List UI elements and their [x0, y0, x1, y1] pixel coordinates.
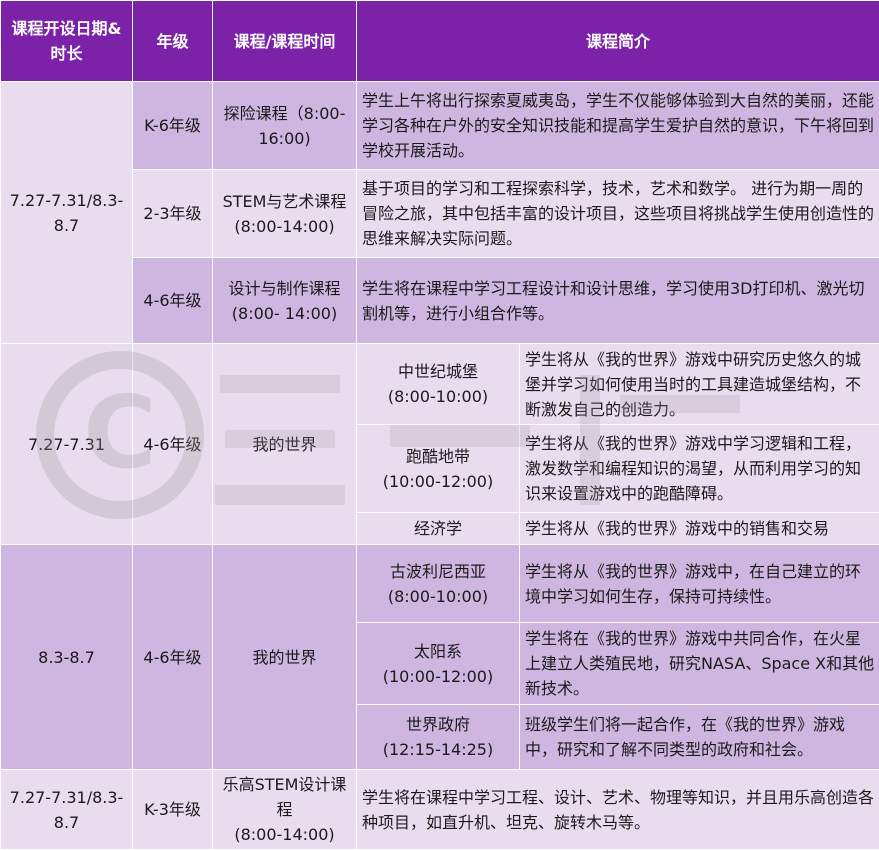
header-date-duration: 课程开设日期&时长	[1, 1, 133, 82]
table-row: 7.27-7.31/8.3-8.7 K-3年级 乐高STEM设计课程 (8:00…	[1, 770, 879, 850]
subcourse-name: 中世纪城堡	[361, 359, 515, 384]
grade-cell: 2-3年级	[133, 170, 213, 258]
course-cell: 我的世界	[213, 344, 357, 545]
course-cell: 探险课程（8:00-16:00)	[213, 82, 357, 170]
course-cell: STEM与艺术课程(8:00-14:00)	[213, 170, 357, 258]
course-name: 乐高STEM设计课程	[217, 772, 352, 822]
header-description: 课程简介	[357, 1, 879, 82]
subcourse-name: 太阳系	[361, 639, 515, 664]
course-cell: 设计与制作课程(8:00- 14:00)	[213, 258, 357, 344]
course-cell: 我的世界	[213, 545, 357, 770]
subcourse-time: (10:00-12:00)	[361, 664, 515, 689]
subcourse-cell: 古波利尼西亚 (8:00-10:00)	[357, 545, 520, 623]
subcourse-cell: 跑酷地带 (10:00-12:00)	[357, 425, 520, 513]
description-cell: 学生将从《我的世界》游戏中学习逻辑和工程，激发数学和编程知识的渴望，从而利用学习…	[520, 425, 879, 513]
subcourse-time: (10:00-12:00)	[361, 469, 515, 494]
dates-cell: 7.27-7.31/8.3-8.7	[1, 82, 133, 344]
table-row: 2-3年级 STEM与艺术课程(8:00-14:00) 基于项目的学习和工程探索…	[1, 170, 879, 258]
subcourse-cell: 世界政府 (12:15-14:25)	[357, 705, 520, 770]
subcourse-cell: 太阳系 (10:00-12:00)	[357, 623, 520, 705]
subcourse-name: 世界政府	[361, 712, 515, 737]
course-cell: 乐高STEM设计课程 (8:00-14:00)	[213, 770, 357, 850]
subcourse-name: 跑酷地带	[361, 444, 515, 469]
course-time: (8:00-14:00)	[217, 822, 352, 847]
subcourse-cell: 经济学	[357, 513, 520, 545]
table-row: 7.27-7.31 4-6年级 我的世界 中世纪城堡 (8:00-10:00) …	[1, 344, 879, 425]
dates-cell: 7.27-7.31	[1, 344, 133, 545]
table-row: 7.27-7.31/8.3-8.7 K-6年级 探险课程（8:00-16:00)…	[1, 82, 879, 170]
course-table: 课程开设日期&时长 年级 课程/课程时间 课程简介 7.27-7.31/8.3-…	[0, 0, 879, 850]
description-cell: 学生上午将出行探索夏威夷岛，学生不仅能够体验到大自然的美丽，还能学习各种在户外的…	[357, 82, 879, 170]
description-cell: 学生将从《我的世界》游戏中的销售和交易	[520, 513, 879, 545]
grade-cell: 4-6年级	[133, 545, 213, 770]
grade-cell: K-3年级	[133, 770, 213, 850]
grade-cell: 4-6年级	[133, 258, 213, 344]
table-row: 4-6年级 设计与制作课程(8:00- 14:00) 学生将在课程中学习工程设计…	[1, 258, 879, 344]
description-cell: 学生将在《我的世界》游戏中共同合作，在火星上建立人类殖民地，研究NASA、Spa…	[520, 623, 879, 705]
dates-cell: 7.27-7.31/8.3-8.7	[1, 770, 133, 850]
description-cell: 学生将在课程中学习工程设计和设计思维，学习使用3D打印机、激光切割机等，进行小组…	[357, 258, 879, 344]
grade-cell: K-6年级	[133, 82, 213, 170]
table-row: 8.3-8.7 4-6年级 我的世界 古波利尼西亚 (8:00-10:00) 学…	[1, 545, 879, 623]
subcourse-time: (8:00-10:00)	[361, 584, 515, 609]
header-row: 课程开设日期&时长 年级 课程/课程时间 课程简介	[1, 1, 879, 82]
description-cell: 学生将在课程中学习工程、设计、艺术、物理等知识，并且用乐高创造各种项目，如直升机…	[357, 770, 879, 850]
subcourse-name: 古波利尼西亚	[361, 559, 515, 584]
dates-cell: 8.3-8.7	[1, 545, 133, 770]
subcourse-name: 经济学	[361, 516, 515, 541]
description-cell: 学生将从《我的世界》游戏中，在自己建立的环境中学习如何生存，保持可持续性。	[520, 545, 879, 623]
subcourse-time: (8:00-10:00)	[361, 384, 515, 409]
subcourse-time: (12:15-14:25)	[361, 737, 515, 762]
header-course-time: 课程/课程时间	[213, 1, 357, 82]
description-cell: 基于项目的学习和工程探索科学，技术，艺术和数学。 进行为期一周的冒险之旅，其中包…	[357, 170, 879, 258]
grade-cell: 4-6年级	[133, 344, 213, 545]
description-cell: 学生将从《我的世界》游戏中研究历史悠久的城堡并学习如何使用当时的工具建造城堡结构…	[520, 344, 879, 425]
header-grade: 年级	[133, 1, 213, 82]
subcourse-cell: 中世纪城堡 (8:00-10:00)	[357, 344, 520, 425]
description-cell: 班级学生们将一起合作，在《我的世界》游戏中，研究和了解不同类型的政府和社会。	[520, 705, 879, 770]
